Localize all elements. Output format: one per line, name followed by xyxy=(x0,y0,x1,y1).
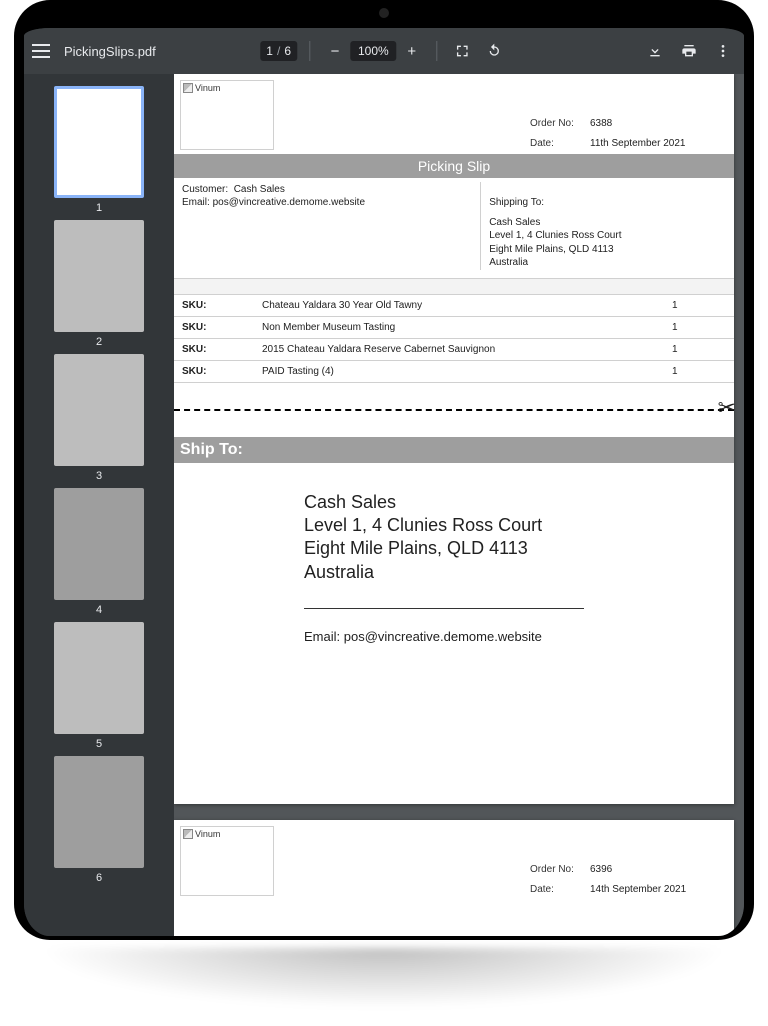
thumbnail-page-3[interactable] xyxy=(54,354,144,466)
thumbnail-page-6[interactable] xyxy=(54,756,144,868)
shipping-to-label: Shipping To: xyxy=(489,196,726,210)
toolbar-separator xyxy=(309,41,310,61)
page-indicator[interactable]: 1 / 6 xyxy=(260,41,297,61)
pdf-page-1: Vinum Order No: 6388 Date: 11th Septembe… xyxy=(174,74,734,804)
zoom-in-button[interactable]: + xyxy=(399,38,425,64)
pdf-page-2: Vinum Order No: 6396 Date: 14th Septembe… xyxy=(174,820,734,936)
ship-to-band: Ship To: xyxy=(174,437,734,463)
pdf-toolbar: PickingSlips.pdf 1 / 6 − 100% + xyxy=(24,28,744,74)
thumbnail-page-1[interactable] xyxy=(54,86,144,198)
toolbar-separator xyxy=(437,41,438,61)
zoom-level[interactable]: 100% xyxy=(350,41,397,61)
date-value: 14th September 2021 xyxy=(590,884,710,900)
thumbnail-page-5[interactable] xyxy=(54,622,144,734)
broken-image-icon xyxy=(183,829,193,839)
file-name: PickingSlips.pdf xyxy=(64,44,156,59)
ship-to-email: Email: pos@vincreative.demome.website xyxy=(304,629,714,644)
zoom-out-button[interactable]: − xyxy=(322,38,348,64)
table-row: SKU:Chateau Yaldara 30 Year Old Tawny1 xyxy=(174,294,734,316)
fit-page-button[interactable] xyxy=(450,38,476,64)
date-value: 11th September 2021 xyxy=(590,138,710,154)
line-items-table: SKU:Chateau Yaldara 30 Year Old Tawny1 S… xyxy=(174,278,734,383)
thumbnail-page-2[interactable] xyxy=(54,220,144,332)
download-button[interactable] xyxy=(642,38,668,64)
menu-icon[interactable] xyxy=(32,44,50,58)
page-viewer[interactable]: Vinum Order No: 6388 Date: 11th Septembe… xyxy=(174,74,744,936)
broken-image-icon xyxy=(183,83,193,93)
order-no-value: 6388 xyxy=(590,118,710,134)
date-label: Date: xyxy=(530,138,590,154)
more-button[interactable] xyxy=(710,38,736,64)
cut-line xyxy=(174,409,734,411)
order-no-label: Order No: xyxy=(530,118,590,134)
tablet-frame: PickingSlips.pdf 1 / 6 − 100% + xyxy=(14,0,754,940)
page-sep: / xyxy=(277,44,280,58)
rotate-button[interactable] xyxy=(482,38,508,64)
order-no-value: 6396 xyxy=(590,864,710,880)
logo-placeholder: Vinum xyxy=(180,826,274,896)
table-row: SKU:Non Member Museum Tasting1 xyxy=(174,316,734,338)
table-row: SKU:2015 Chateau Yaldara Reserve Caberne… xyxy=(174,338,734,360)
thumbnail-page-4[interactable] xyxy=(54,488,144,600)
page-total: 6 xyxy=(284,44,291,58)
print-button[interactable] xyxy=(676,38,702,64)
customer-name: Cash Sales xyxy=(234,184,285,195)
scissors-icon: ✂ xyxy=(718,395,736,421)
customer-email: pos@vincreative.demome.website xyxy=(213,197,365,208)
document-title: Picking Slip xyxy=(174,154,734,178)
table-row: SKU:PAID Tasting (4)1 xyxy=(174,360,734,382)
ship-to-name: Cash Sales xyxy=(304,491,714,514)
page-current: 1 xyxy=(266,44,273,58)
logo-placeholder: Vinum xyxy=(180,80,274,150)
thumbnail-sidebar[interactable]: 1 2 3 4 5 6 xyxy=(24,74,174,936)
